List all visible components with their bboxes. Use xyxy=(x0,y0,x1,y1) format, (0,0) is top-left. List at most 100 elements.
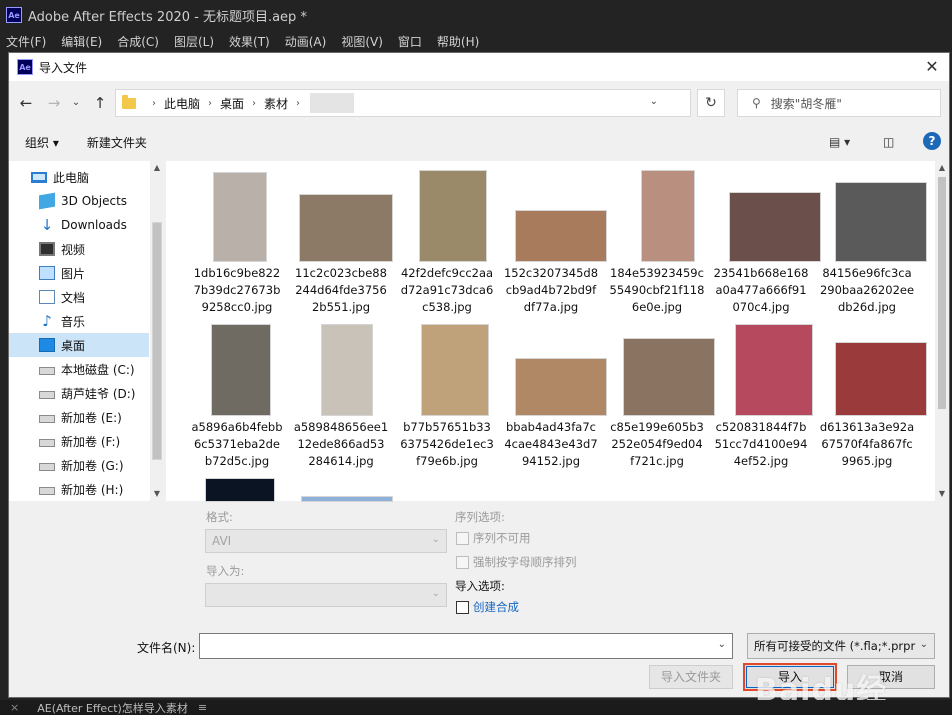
nav-item-videos[interactable]: 视频 xyxy=(9,237,149,261)
nav-item-music[interactable]: ♪ 音乐 xyxy=(9,309,149,333)
back-arrow-icon[interactable]: ← xyxy=(15,92,37,114)
nav-item-this-pc[interactable]: 此电脑 xyxy=(9,165,149,189)
close-icon[interactable]: ✕ xyxy=(923,58,941,76)
nav-item-documents[interactable]: 文档 xyxy=(9,285,149,309)
breadcrumb-desktop[interactable]: 桌面 xyxy=(220,95,244,112)
recent-locations-chevron-icon[interactable]: ⌄ xyxy=(69,92,83,114)
import-folder-button[interactable]: 导入文件夹 xyxy=(649,665,733,689)
chevron-right-icon[interactable]: › xyxy=(252,98,256,109)
ae-menu-bar: 文件(F) 编辑(E) 合成(C) 图层(L) 效果(T) 动画(A) 视图(V… xyxy=(0,30,952,52)
scrollbar-thumb[interactable] xyxy=(938,177,946,409)
menu-effect[interactable]: 效果(T) xyxy=(229,33,270,50)
chevron-down-icon[interactable]: ⌄ xyxy=(650,96,658,107)
file-type-select[interactable]: 所有可接受的文件 (*.fla;*.prpr ⌄ xyxy=(747,633,935,659)
breadcrumb-this-pc[interactable]: 此电脑 xyxy=(164,95,200,112)
chevron-down-icon[interactable]: ⌄ xyxy=(718,639,726,650)
file-name-line: b77b57651b33 xyxy=(403,420,491,434)
file-name-line: f79e6b.jpg xyxy=(416,454,478,468)
file-thumbnail xyxy=(516,359,606,415)
file-thumbnail-partial[interactable] xyxy=(302,497,392,501)
menu-layer[interactable]: 图层(L) xyxy=(174,33,214,50)
menu-edit[interactable]: 编辑(E) xyxy=(61,33,102,50)
search-icon: ⚲ xyxy=(752,96,761,110)
scroll-up-icon[interactable]: ▲ xyxy=(150,163,164,172)
scroll-down-icon[interactable]: ▼ xyxy=(150,489,164,498)
force-alphabetical-label: 强制按字母顺序排列 xyxy=(473,555,577,569)
nav-label: 桌面 xyxy=(61,338,86,353)
chevron-right-icon[interactable]: › xyxy=(208,98,212,109)
nav-item-downloads[interactable]: ↓ Downloads xyxy=(9,213,149,237)
file-thumbnail xyxy=(300,195,392,261)
nav-label: 音乐 xyxy=(61,314,86,329)
import-options-label: 导入选项: xyxy=(455,579,505,593)
file-name-line: 94152.jpg xyxy=(521,454,581,468)
file-list-scrollbar[interactable]: ▲ ▼ xyxy=(935,161,949,501)
nav-item-drive-d[interactable]: 葫芦娃爷 (D:) xyxy=(9,381,149,405)
preview-pane-icon[interactable]: ◫ xyxy=(883,135,894,149)
chevron-down-icon: ⌄ xyxy=(919,639,928,650)
file-name-line: 6375426de1ec3 xyxy=(400,437,494,451)
file-name: 11c2c023cbe88 244d64fde3756 2b551.jpg xyxy=(292,265,390,316)
project-tab-label[interactable]: AE(After Effect)怎样导入素材 xyxy=(37,700,188,715)
nav-label: 3D Objects xyxy=(61,194,128,208)
nav-item-drive-h[interactable]: 新加卷 (H:) xyxy=(9,477,149,501)
create-composition-checkbox[interactable] xyxy=(456,601,469,614)
organize-button[interactable]: 组织 ▾ xyxy=(25,134,59,151)
nav-item-3d-objects[interactable]: 3D Objects xyxy=(9,189,149,213)
file-name-line: 9965.jpg xyxy=(841,454,893,468)
force-alphabetical-checkbox[interactable] xyxy=(456,556,469,569)
file-thumbnail-partial[interactable] xyxy=(206,479,274,501)
nav-item-drive-f[interactable]: 新加卷 (F:) xyxy=(9,429,149,453)
panel-menu-icon[interactable]: ≡ xyxy=(198,701,207,714)
after-effects-logo-icon: Ae xyxy=(17,59,33,75)
search-input[interactable]: ⚲ 搜索"胡冬雁" xyxy=(737,89,941,117)
chevron-down-icon: ⌄ xyxy=(431,588,440,599)
view-options-icon[interactable]: ▤ ▾ xyxy=(829,135,850,149)
refresh-icon[interactable]: ↻ xyxy=(697,89,725,117)
file-name-line: a5896a6b4febb xyxy=(191,420,283,434)
menu-composition[interactable]: 合成(C) xyxy=(117,33,159,50)
chevron-right-icon[interactable]: › xyxy=(152,98,156,109)
import-as-select[interactable]: ⌄ xyxy=(205,583,447,607)
file-thumbnail xyxy=(736,325,812,415)
format-select[interactable]: AVI ⌄ xyxy=(205,529,447,553)
up-arrow-icon[interactable]: ↑ xyxy=(89,92,111,114)
nav-item-drive-e[interactable]: 新加卷 (E:) xyxy=(9,405,149,429)
create-composition-label[interactable]: 创建合成 xyxy=(473,599,519,615)
menu-view[interactable]: 视图(V) xyxy=(341,33,383,50)
file-name: bbab4ad43fa7c 4cae4843e43d7 94152.jpg xyxy=(502,419,600,470)
forward-arrow-icon[interactable]: → xyxy=(43,92,65,114)
nav-item-drive-g[interactable]: 新加卷 (G:) xyxy=(9,453,149,477)
help-icon[interactable]: ? xyxy=(923,132,941,150)
breadcrumb-redacted[interactable] xyxy=(310,93,355,113)
format-label: 格式: xyxy=(206,510,233,524)
file-name-line: 84156e96fc3ca xyxy=(822,266,912,280)
close-tab-icon[interactable]: × xyxy=(10,701,19,714)
menu-animation[interactable]: 动画(A) xyxy=(285,33,327,50)
scrollbar-thumb[interactable] xyxy=(153,223,161,459)
menu-file[interactable]: 文件(F) xyxy=(6,33,46,50)
nav-item-pictures[interactable]: 图片 xyxy=(9,261,149,285)
nav-item-desktop[interactable]: 桌面 xyxy=(9,333,149,357)
new-folder-button[interactable]: 新建文件夹 xyxy=(87,134,147,151)
menu-window[interactable]: 窗口 xyxy=(398,33,422,50)
breadcrumb-assets[interactable]: 素材 xyxy=(264,95,288,112)
menu-help[interactable]: 帮助(H) xyxy=(437,33,479,50)
nav-item-drive-c[interactable]: 本地磁盘 (C:) xyxy=(9,357,149,381)
scroll-down-icon[interactable]: ▼ xyxy=(935,489,949,498)
chevron-right-icon[interactable]: › xyxy=(296,98,300,109)
file-name-line: d72a91c73dca6 xyxy=(400,283,494,297)
import-file-dialog: Ae 导入文件 ✕ ← → ⌄ ↑ › 此电脑 › 桌面 › 素材 › ⌄ ↻ … xyxy=(8,52,950,708)
address-bar[interactable]: › 此电脑 › 桌面 › 素材 › ⌄ xyxy=(115,89,691,117)
file-name-line: a0a477a666f91 xyxy=(715,283,807,297)
file-name: a589848656ee1 12ede866ad53 284614.jpg xyxy=(292,419,390,470)
file-thumbnail xyxy=(836,343,926,415)
file-name-line: df77a.jpg xyxy=(523,300,579,314)
file-name-line: 4ef52.jpg xyxy=(733,454,789,468)
scroll-up-icon[interactable]: ▲ xyxy=(935,163,949,172)
file-name-input[interactable]: ⌄ xyxy=(199,633,733,659)
nav-label: 此电脑 xyxy=(53,170,90,185)
sequence-checkbox[interactable] xyxy=(456,532,469,545)
navigation-scrollbar[interactable]: ▲ ▼ xyxy=(150,161,164,501)
file-name-line: c85e199e605b3 xyxy=(610,420,704,434)
